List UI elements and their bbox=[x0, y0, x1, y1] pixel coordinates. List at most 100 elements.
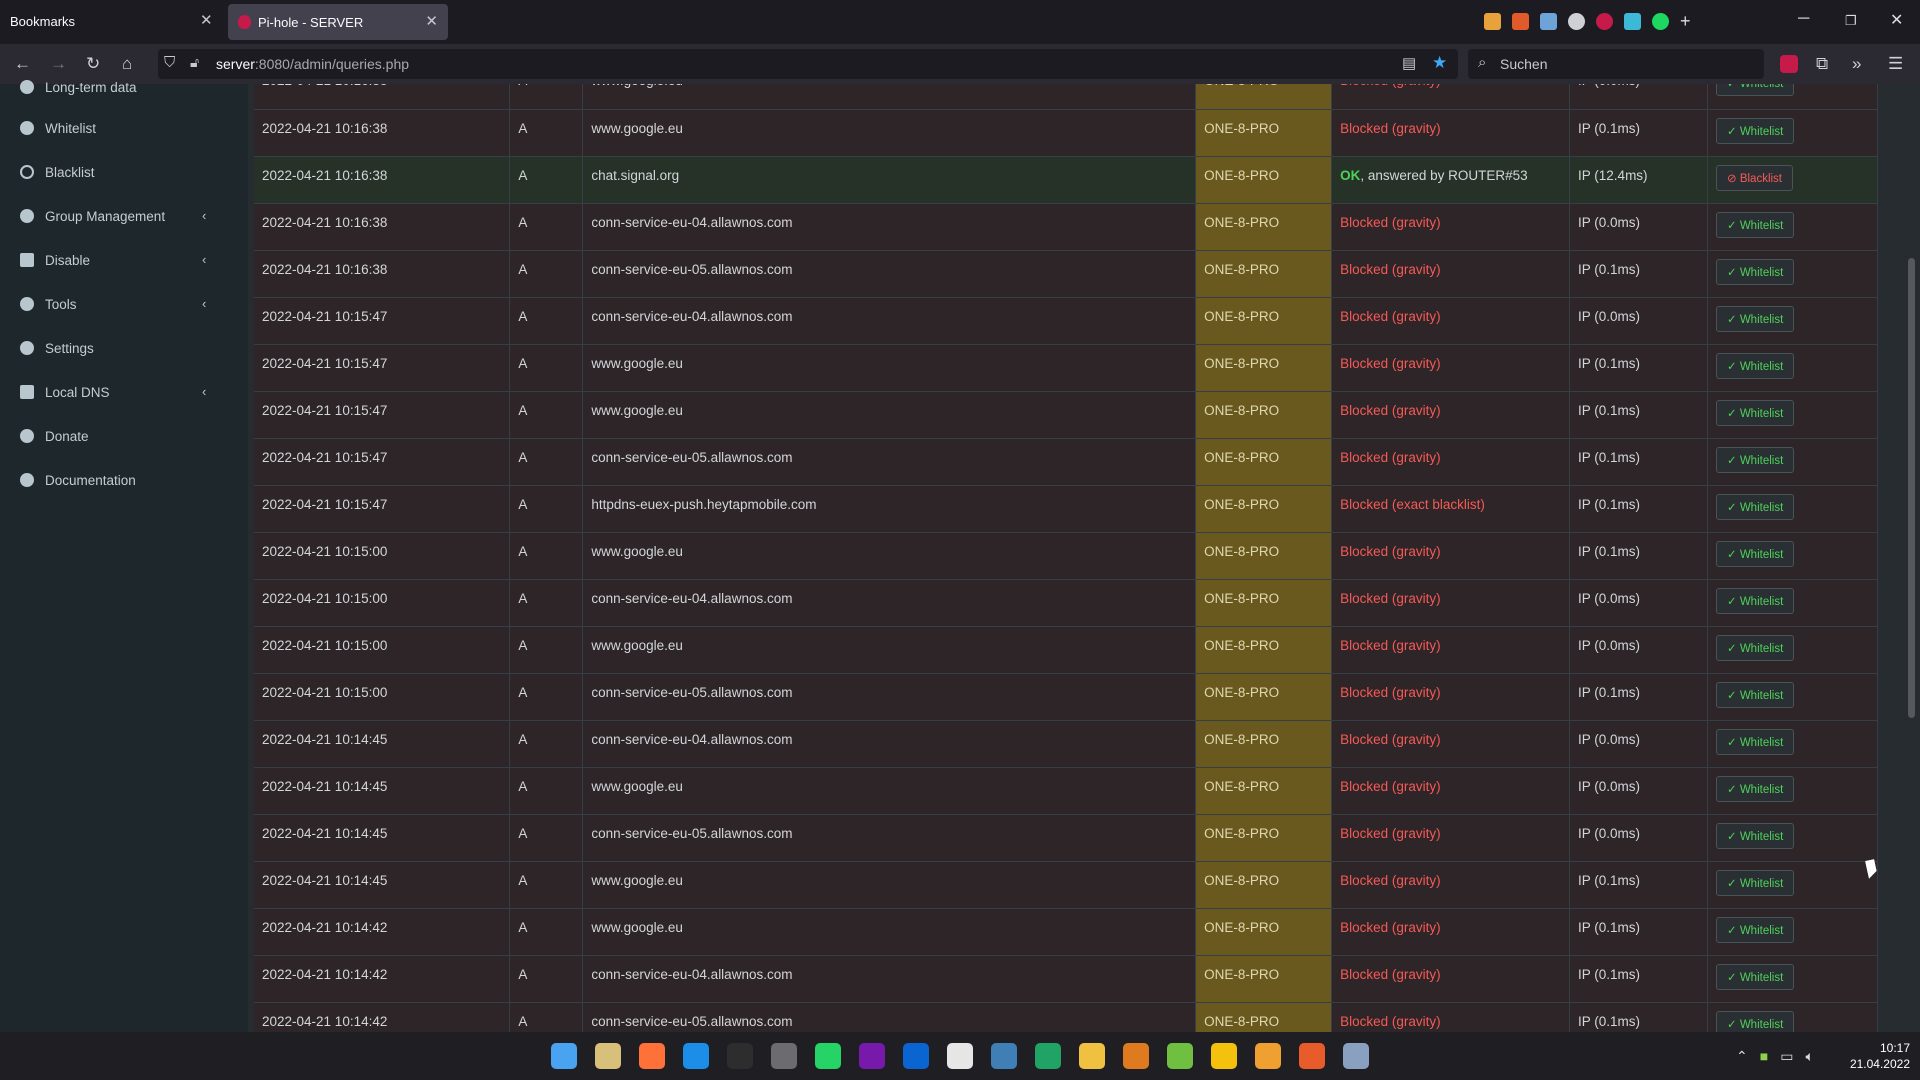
sidebar-item-documentation[interactable]: Documentation bbox=[0, 463, 248, 499]
overflow-icon[interactable]: » bbox=[1852, 54, 1861, 74]
firefox-icon[interactable] bbox=[639, 1043, 665, 1069]
sidebar-item-local-dns[interactable]: Local DNS ‹ bbox=[0, 375, 248, 411]
whitelist-button[interactable]: ✓ Whitelist bbox=[1715, 728, 1795, 755]
restore-icon[interactable]: ❐ bbox=[1845, 13, 1857, 29]
window-close-icon[interactable]: ✕ bbox=[1890, 10, 1903, 30]
sidebar-item-whitelist[interactable]: Whitelist bbox=[0, 111, 248, 147]
bookmarks-sidebar-title: Bookmarks bbox=[10, 14, 76, 29]
archive-icon[interactable] bbox=[1123, 1043, 1149, 1069]
search-input[interactable]: ⌕ Suchen bbox=[1468, 49, 1764, 79]
globe-icon[interactable] bbox=[1568, 13, 1585, 30]
extension-3-icon[interactable] bbox=[1540, 13, 1557, 30]
whitelist-button[interactable]: ✓ Whitelist bbox=[1715, 211, 1795, 238]
app-icon[interactable] bbox=[1255, 1043, 1281, 1069]
whitelist-button[interactable]: ✓ Whitelist bbox=[1715, 869, 1795, 896]
table-row: 2022-04-21 10:15:00 Aconn-service-eu-05.a… bbox=[254, 673, 1879, 721]
table-row: 2022-04-21 10:15:47 Aconn-service-eu-04.a… bbox=[254, 297, 1879, 345]
minimize-icon[interactable]: ─ bbox=[1798, 10, 1809, 28]
terminal-icon[interactable] bbox=[727, 1043, 753, 1069]
settings-app-icon[interactable] bbox=[1343, 1043, 1369, 1069]
check-icon: ✓ bbox=[1726, 125, 1740, 138]
lock-icon[interactable]: 🔓︎ bbox=[190, 54, 199, 71]
cell-domain: www.google.eu bbox=[582, 532, 1197, 580]
check-icon: ✓ bbox=[1726, 736, 1740, 749]
cell-time: 2022-04-21 10:16:38 bbox=[254, 250, 511, 298]
extension-6-icon[interactable] bbox=[1624, 13, 1641, 30]
whatsapp-icon[interactable] bbox=[815, 1043, 841, 1069]
whitelist-button[interactable]: ✓ Whitelist bbox=[1715, 963, 1795, 990]
menu-icon[interactable]: ☰ bbox=[1888, 54, 1903, 74]
excel-icon[interactable] bbox=[1035, 1043, 1061, 1069]
ublock-icon[interactable] bbox=[1780, 55, 1798, 73]
calculator-icon[interactable] bbox=[771, 1043, 797, 1069]
whitelist-button[interactable]: ✓ Whitelist bbox=[1715, 916, 1795, 943]
extension-2-icon[interactable] bbox=[1512, 13, 1529, 30]
extension-1-icon[interactable] bbox=[1484, 13, 1501, 30]
file-explorer-icon[interactable] bbox=[595, 1043, 621, 1069]
sidebar-item-settings[interactable]: Settings bbox=[0, 331, 248, 367]
new-tab-icon[interactable]: + bbox=[1680, 12, 1691, 31]
editor-icon[interactable] bbox=[1167, 1043, 1193, 1069]
chevron-left-icon: ‹ bbox=[202, 208, 207, 223]
whitelist-button[interactable]: ✓ Whitelist bbox=[1715, 446, 1795, 473]
reader-view-icon[interactable]: ▤ bbox=[1402, 54, 1416, 72]
sparkle-icon[interactable] bbox=[1211, 1043, 1237, 1069]
blacklist-button[interactable]: ⊘ Blacklist bbox=[1715, 164, 1794, 191]
extensions-icon[interactable]: ⧉ bbox=[1816, 54, 1828, 74]
whitelist-button[interactable]: ✓ Whitelist bbox=[1715, 399, 1795, 426]
cell-client: ONE-8-PRO bbox=[1195, 955, 1333, 1003]
cell-time: 2022-04-21 10:14:42 bbox=[254, 908, 511, 956]
whitelist-button[interactable]: ✓ Whitelist bbox=[1715, 305, 1795, 332]
shield-icon[interactable]: ⛉ bbox=[164, 54, 175, 71]
sidebar-item-tools[interactable]: Tools ‹ bbox=[0, 287, 248, 323]
sidebar-item-label: Tools bbox=[45, 297, 77, 312]
check-icon: ✓ bbox=[1726, 219, 1740, 232]
onenote-icon[interactable] bbox=[859, 1043, 885, 1069]
cell-action: ✓ Whitelist bbox=[1707, 673, 1879, 721]
cell-client: ONE-8-PRO bbox=[1195, 297, 1333, 345]
documents-icon[interactable] bbox=[947, 1043, 973, 1069]
whitelist-button[interactable]: ✓ Whitelist bbox=[1715, 822, 1795, 849]
tab-close-icon[interactable]: ✕ bbox=[425, 12, 438, 30]
tools-icon[interactable] bbox=[1299, 1043, 1325, 1069]
status-blocked: Blocked (gravity) bbox=[1340, 684, 1441, 700]
check-icon: ✓ bbox=[1726, 454, 1740, 467]
bookmark-star-icon[interactable]: ★ bbox=[1432, 53, 1447, 73]
whitelist-button[interactable]: ✓ Whitelist bbox=[1715, 681, 1795, 708]
whitelist-button[interactable]: ✓ Whitelist bbox=[1715, 540, 1795, 567]
whitelist-button[interactable]: ✓ Whitelist bbox=[1715, 634, 1795, 661]
sidebar-item-donate[interactable]: Donate bbox=[0, 419, 248, 455]
whitelist-button[interactable]: ✓ Whitelist bbox=[1715, 352, 1795, 379]
page-scrollbar[interactable] bbox=[1908, 258, 1915, 718]
edge-icon[interactable] bbox=[683, 1043, 709, 1069]
cell-type: A bbox=[509, 908, 584, 956]
tray-app-icon[interactable]: ■ bbox=[1760, 1048, 1768, 1065]
folder-icon[interactable] bbox=[1079, 1043, 1105, 1069]
windows-start-icon[interactable] bbox=[551, 1043, 577, 1069]
outlook-icon[interactable] bbox=[903, 1043, 929, 1069]
sidebar-item-long-term-data[interactable]: Long-term data bbox=[0, 70, 248, 106]
spotify-icon[interactable] bbox=[1652, 13, 1669, 30]
whitelist-button[interactable]: ✓ Whitelist bbox=[1715, 84, 1795, 96]
whitelist-button[interactable]: ✓ Whitelist bbox=[1715, 775, 1795, 802]
cell-type: A bbox=[509, 861, 584, 909]
raspberry-extension-icon[interactable] bbox=[1596, 13, 1613, 30]
cell-action: ✓ Whitelist bbox=[1707, 84, 1879, 110]
sidebar-item-disable[interactable]: Disable ‹ bbox=[0, 243, 248, 279]
whitelist-button[interactable]: ✓ Whitelist bbox=[1715, 493, 1795, 520]
sidebar-item-blacklist[interactable]: Blacklist bbox=[0, 155, 248, 191]
tab-pihole[interactable]: Pi-hole - SERVER ✕ bbox=[228, 4, 448, 40]
tray-expand-icon[interactable]: ⌃ bbox=[1736, 1048, 1748, 1065]
url-bar[interactable]: ⛉ 🔓︎ server:8080/admin/queries.php ▤ ★ bbox=[158, 49, 1458, 79]
network-icon[interactable]: ▭ bbox=[1780, 1048, 1793, 1065]
whitelist-button[interactable]: ✓ Whitelist bbox=[1715, 258, 1795, 285]
whitelist-button[interactable]: ✓ Whitelist bbox=[1715, 587, 1795, 614]
cell-action: ✓ Whitelist bbox=[1707, 861, 1879, 909]
notepad-icon[interactable] bbox=[991, 1043, 1017, 1069]
volume-icon[interactable]: 🔈︎ bbox=[1805, 1048, 1813, 1065]
taskbar-clock[interactable]: 10:17 21.04.2022 bbox=[1850, 1040, 1910, 1072]
sidebar-item-group-management[interactable]: Group Management ‹ bbox=[0, 199, 248, 235]
whitelist-button[interactable]: ✓ Whitelist bbox=[1715, 1010, 1795, 1032]
whitelist-button[interactable]: ✓ Whitelist bbox=[1715, 117, 1795, 144]
bookmarks-close-icon[interactable]: ✕ bbox=[200, 11, 213, 29]
